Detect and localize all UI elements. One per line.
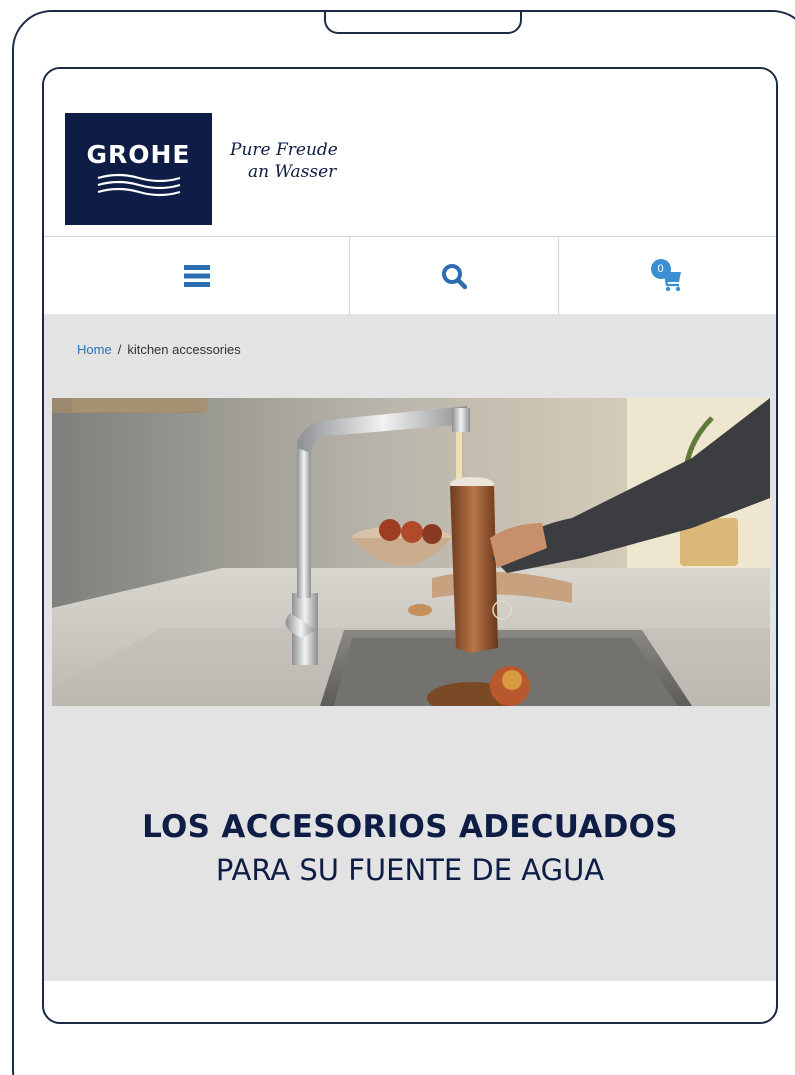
hamburger-menu-icon [183,265,210,287]
brand-logo[interactable]: GROHE [65,113,212,225]
cart-button[interactable]: 0 [559,237,776,315]
headline-title: LOS ACCESORIOS ADECUADOS [142,809,678,845]
menu-button[interactable] [44,237,350,315]
tagline-line-1: Pure Freude [230,140,338,160]
headline-subtitle: PARA SU FUENTE DE AGUA [215,853,605,887]
breadcrumb: Home / kitchen accessories [77,342,241,357]
nav-bar: 0 [44,236,776,315]
tablet-notch [324,12,522,34]
site-header: GROHE Pure Freude an Wasser [44,69,776,236]
tagline-line-2: an Wasser [248,162,337,182]
search-button[interactable] [350,237,559,315]
cart-count-badge: 0 [650,259,671,279]
waves-icon [97,173,180,196]
content-area: Home / kitchen accessories LOS ACCESORIO… [44,314,776,981]
breadcrumb-current: kitchen accessories [127,342,241,357]
hero-headline: LOS ACCESORIOS ADECUADOS PARA SU FUENTE … [44,809,776,887]
breadcrumb-separator: / [117,342,122,357]
kitchen-faucet-photo [52,398,770,706]
breadcrumb-home-link[interactable]: Home [77,342,112,357]
brand-wordmark: GROHE [86,139,191,169]
screen: GROHE Pure Freude an Wasser 0 Home / kit… [42,67,778,1024]
hero-image [52,398,770,706]
brand-tagline: Pure Freude an Wasser [230,139,338,183]
search-icon [442,264,467,289]
